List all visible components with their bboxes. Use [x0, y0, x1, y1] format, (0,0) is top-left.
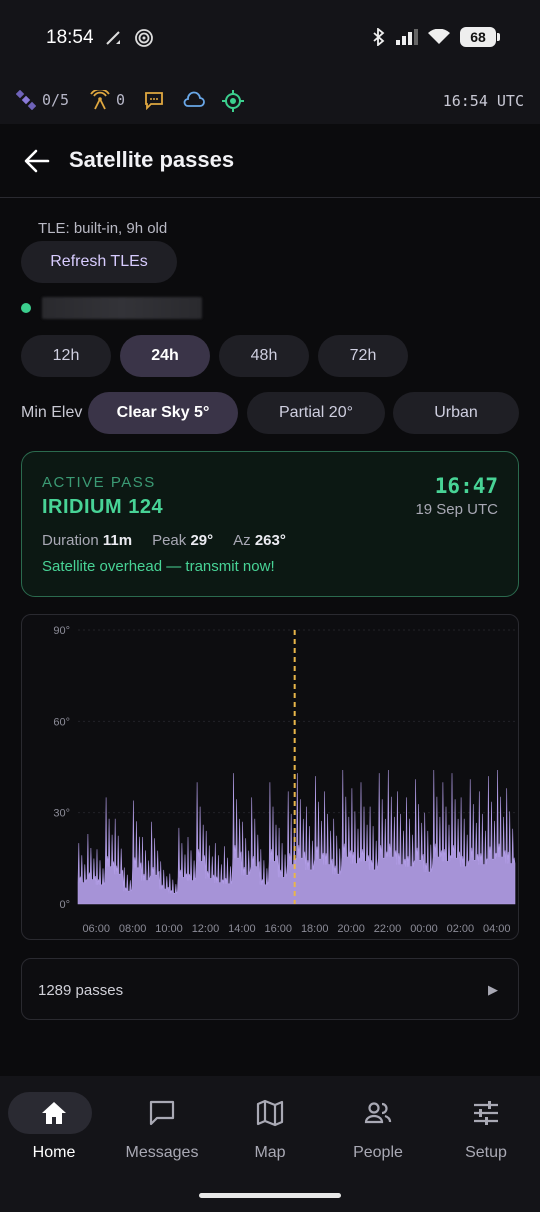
gps-status[interactable]: [222, 90, 244, 112]
satellite-name: IRIDIUM 124: [42, 496, 164, 518]
clock: 18:54: [46, 27, 94, 48]
messages-status[interactable]: [144, 90, 164, 110]
elevation-area: [77, 769, 516, 905]
hotspot-icon: [135, 29, 153, 47]
nav-home[interactable]: Home: [0, 1092, 108, 1172]
x-tick-label: 00:00: [410, 923, 438, 935]
data-saver-icon: [106, 31, 120, 45]
window-12h-chip[interactable]: 12h: [21, 335, 111, 377]
setup-icon: [465, 1092, 507, 1134]
x-tick-label: 02:00: [447, 923, 475, 935]
pass-elevation-chart: 90° 60° 30° 0° 06:00 08:00 10:00 12:00 14:00 16:0…: [21, 614, 519, 940]
x-tick-label: 10:00: [155, 923, 183, 935]
window-24h-chip[interactable]: 24h: [120, 335, 210, 377]
cloud-status[interactable]: [182, 90, 206, 110]
top-app-bar: Satellite passes: [0, 124, 540, 198]
bottom-navigation: Home Messages Map People Setup: [0, 1076, 540, 1212]
expand-arrow-icon: ▶: [488, 982, 498, 997]
window-72h-chip[interactable]: 72h: [318, 335, 408, 377]
nav-setup[interactable]: Setup: [432, 1092, 540, 1172]
x-tick-label: 22:00: [374, 923, 402, 935]
back-arrow-icon[interactable]: [24, 148, 50, 174]
cloud-icon: [183, 91, 205, 107]
y-tick-label: 0°: [59, 899, 70, 911]
urban-chip[interactable]: Urban: [393, 392, 519, 434]
people-icon: [357, 1092, 399, 1134]
nav-people[interactable]: People: [324, 1092, 432, 1172]
nav-messages[interactable]: Messages: [108, 1092, 216, 1172]
home-gesture-bar[interactable]: [199, 1193, 341, 1198]
x-tick-label: 20:00: [337, 923, 365, 935]
system-status-bar: 18:54 68: [0, 0, 540, 78]
x-tick-label: 18:00: [301, 923, 329, 935]
battery-indicator: 68: [460, 27, 500, 47]
redacted-location: [42, 297, 202, 319]
active-pass-card[interactable]: ACTIVE PASS IRIDIUM 124 16:47 19 Sep UTC…: [21, 451, 519, 597]
x-tick-label: 14:00: [228, 923, 256, 935]
x-tick-label: 08:00: [119, 923, 147, 935]
pass-time: 16:47: [434, 474, 498, 498]
partial-chip[interactable]: Partial 20°: [247, 392, 385, 434]
status-dot: [21, 303, 31, 313]
messages-icon: [141, 1092, 183, 1134]
nav-map[interactable]: Map: [216, 1092, 324, 1172]
satellite-icon: [16, 90, 36, 110]
refresh-tles-button[interactable]: Refresh TLEs: [21, 241, 177, 283]
satellite-count[interactable]: 0/5: [16, 90, 69, 110]
y-tick-label: 60°: [53, 716, 70, 728]
bluetooth-icon: [373, 28, 385, 46]
signal-icon: [396, 29, 418, 45]
utc-clock: 16:54 UTC: [442, 92, 524, 110]
home-icon: [33, 1092, 75, 1134]
x-tick-label: 06:00: [82, 923, 110, 935]
tle-status: TLE: built-in, 9h old: [38, 220, 168, 237]
passes-list-toggle[interactable]: 1289 passes ▶: [21, 958, 519, 1020]
chart-svg: 90° 60° 30° 0° 06:00 08:00 10:00 12:00 14:00 16:0…: [53, 625, 516, 935]
antenna-icon: [90, 90, 110, 110]
pass-stats: Duration 11m Peak 29° Az 263°: [42, 532, 286, 549]
page-title: Satellite passes: [69, 147, 235, 172]
wifi-icon: [428, 29, 450, 44]
clear-sky-chip[interactable]: Clear Sky 5°: [88, 392, 238, 434]
duration-stat: Duration 11m: [42, 532, 133, 549]
gps-crosshair-icon: [222, 90, 244, 112]
main-content: TLE: built-in, 9h old Refresh TLEs 12h 2…: [0, 198, 540, 1076]
x-tick-label: 16:00: [265, 923, 293, 935]
min-elev-label: Min Elev: [21, 404, 83, 421]
x-tick-label: 04:00: [483, 923, 511, 935]
x-tick-label: 12:00: [192, 923, 220, 935]
pass-date: 19 Sep UTC: [415, 501, 498, 518]
transmit-message: Satellite overhead — transmit now!: [42, 558, 275, 575]
y-tick-label: 90°: [53, 625, 70, 637]
map-icon: [249, 1092, 291, 1134]
peak-stat: Peak 29°: [152, 532, 214, 549]
message-icon: [145, 92, 163, 110]
azimuth-stat: Az 263°: [233, 532, 286, 549]
window-48h-chip[interactable]: 48h: [219, 335, 309, 377]
y-tick-label: 30°: [53, 808, 70, 820]
antenna-count[interactable]: 0: [90, 90, 125, 110]
passes-count: 1289 passes: [38, 982, 124, 999]
app-status-strip: 0/5 0 16:54 UTC: [0, 78, 540, 124]
active-pass-label: ACTIVE PASS: [42, 474, 156, 491]
